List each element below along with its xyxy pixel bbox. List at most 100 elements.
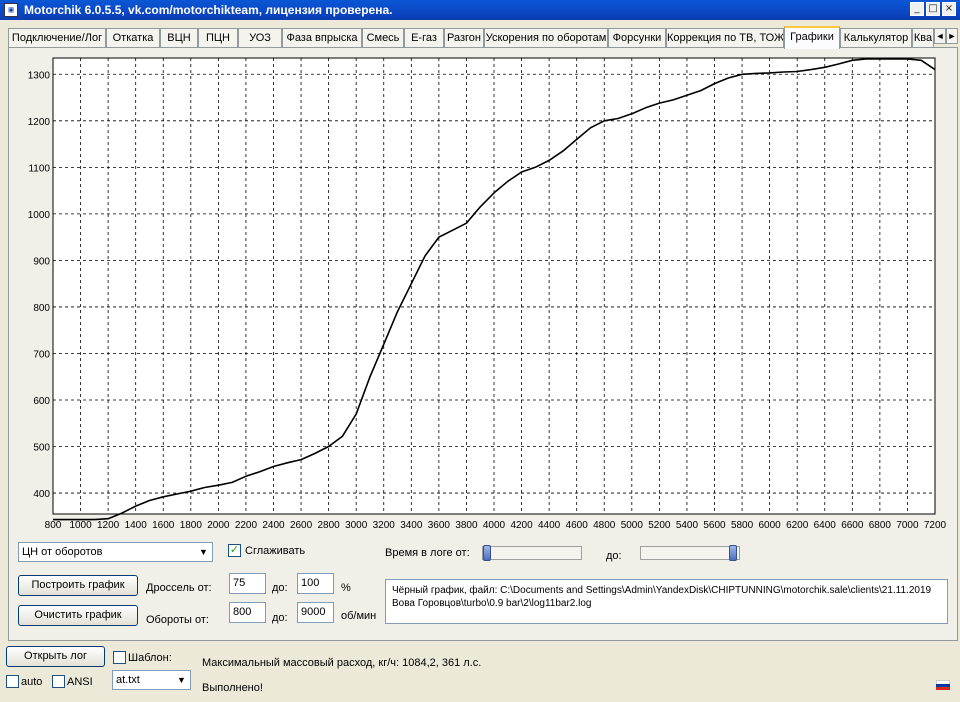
y-tick-label: 500: [33, 443, 50, 454]
x-tick-label: 3000: [345, 520, 368, 531]
auto-label: auto: [21, 676, 43, 688]
throttle-from-label: Дроссель от:: [146, 582, 212, 594]
throttle-to-input[interactable]: 100: [297, 573, 334, 594]
x-tick-label: 3400: [400, 520, 423, 531]
tab-tv-toj-correction[interactable]: Коррекция по ТВ, ТОЖ: [666, 28, 784, 48]
graph-type-value: ЦН от оборотов: [22, 546, 103, 558]
tab-kva[interactable]: Ква: [912, 28, 934, 48]
tab-egas[interactable]: Е-газ: [404, 28, 444, 48]
rpm-from-label: Обороты от:: [146, 614, 209, 626]
x-tick-label: 6800: [869, 520, 892, 531]
minimize-button[interactable]: _: [910, 2, 924, 16]
x-tick-label: 1000: [69, 520, 92, 531]
tab-acceleration[interactable]: Разгон: [444, 28, 484, 48]
time-to-slider[interactable]: [640, 545, 740, 561]
status-text: Выполнено!: [202, 682, 263, 694]
time-to-thumb[interactable]: [729, 545, 737, 561]
y-tick-label: 1300: [28, 70, 51, 81]
rpm-unit: об/мин: [341, 610, 377, 622]
y-tick-label: 800: [33, 303, 50, 314]
x-tick-label: 2400: [262, 520, 285, 531]
chevron-down-icon[interactable]: ▼: [196, 544, 211, 560]
y-tick-label: 1000: [28, 210, 51, 221]
tab-scroll: ◄ ►: [934, 28, 958, 44]
ansi-label: ANSI: [67, 676, 93, 688]
throttle-unit: %: [341, 582, 351, 594]
template-file-value: at.txt: [116, 674, 140, 686]
tab-connection-log[interactable]: Подключение/Лог: [8, 28, 106, 48]
x-tick-label: 2200: [235, 520, 258, 531]
tab-otkatka[interactable]: Откатка: [106, 28, 160, 48]
time-from-slider[interactable]: [482, 545, 582, 561]
x-tick-label: 4600: [566, 520, 589, 531]
x-tick-label: 1800: [180, 520, 203, 531]
x-tick-label: 4000: [483, 520, 506, 531]
x-tick-label: 2600: [290, 520, 313, 531]
x-tick-label: 1400: [125, 520, 148, 531]
y-tick-label: 1100: [28, 163, 50, 174]
tab-scroll-left-icon[interactable]: ◄: [934, 28, 946, 44]
y-tick-label: 600: [33, 396, 50, 407]
tab-scroll-right-icon[interactable]: ►: [946, 28, 958, 44]
x-tick-label: 4400: [538, 520, 561, 531]
graph-info-box: Чёрный график, файл: C:\Documents and Se…: [385, 579, 948, 624]
x-tick-label: 5200: [648, 520, 671, 531]
y-tick-label: 1200: [28, 117, 51, 128]
x-tick-label: 6400: [814, 520, 837, 531]
smooth-checkbox[interactable]: ✓: [228, 544, 241, 557]
open-log-button[interactable]: Открыть лог: [6, 646, 105, 667]
russian-flag-icon: [936, 680, 950, 690]
tab-pcn[interactable]: ПЦН: [198, 28, 238, 48]
window-title: Motorchik 6.0.5.5, vk.com/motorchikteam,…: [24, 3, 393, 17]
time-from-label: Время в логе от:: [385, 547, 470, 559]
tab-injectors[interactable]: Форсунки: [608, 28, 666, 48]
tab-mixture[interactable]: Смесь: [362, 28, 404, 48]
maximize-button[interactable]: □: [926, 2, 940, 16]
close-button[interactable]: ×: [942, 2, 956, 16]
auto-checkbox[interactable]: [6, 675, 19, 688]
x-tick-label: 4800: [593, 520, 616, 531]
max-flow-text: Максимальный массовый расход, кг/ч: 1084…: [202, 657, 482, 669]
x-tick-label: 2000: [207, 520, 230, 531]
chevron-down-icon[interactable]: ▼: [174, 672, 189, 688]
build-graph-button[interactable]: Построить график: [18, 575, 138, 596]
x-tick-label: 3800: [455, 520, 478, 531]
clear-graph-button[interactable]: Очистить график: [18, 605, 138, 626]
tab-injection-phase[interactable]: Фаза впрыска: [282, 28, 362, 48]
template-checkbox[interactable]: [113, 651, 126, 664]
graph-info-line-2: Вова Горовцов\turbo\0.9 bar\2\log11bar2.…: [392, 598, 592, 609]
template-label: Шаблон:: [128, 652, 172, 664]
rpm-to-input[interactable]: 9000: [297, 602, 334, 623]
x-tick-label: 1600: [152, 520, 175, 531]
x-tick-label: 5400: [676, 520, 699, 531]
x-tick-label: 7000: [896, 520, 919, 531]
rpm-to-label: до:: [272, 612, 288, 624]
y-tick-label: 400: [33, 489, 50, 500]
x-tick-label: 6600: [841, 520, 864, 531]
x-tick-label: 5800: [731, 520, 754, 531]
throttle-from-input[interactable]: 75: [229, 573, 266, 594]
ansi-checkbox[interactable]: [52, 675, 65, 688]
smooth-label: Сглаживать: [245, 545, 306, 557]
window-controls: _ □ ×: [910, 2, 956, 16]
y-tick-label: 900: [33, 256, 50, 267]
tab-bar: Подключение/Лог Откатка ВЦН ПЦН УОЗ Фаза…: [8, 26, 958, 49]
x-tick-label: 5000: [621, 520, 644, 531]
tab-rpm-acceleration[interactable]: Ускорения по оборотам: [484, 28, 608, 48]
template-file-select[interactable]: at.txt ▼: [112, 670, 191, 690]
tab-calculator[interactable]: Калькулятор: [840, 28, 912, 48]
time-to-label: до:: [606, 550, 622, 562]
tab-vcn[interactable]: ВЦН: [160, 28, 198, 48]
x-tick-label: 5600: [703, 520, 726, 531]
y-tick-label: 700: [33, 349, 50, 360]
tab-graphs[interactable]: Графики: [784, 26, 840, 49]
x-tick-label: 6200: [786, 520, 809, 531]
time-from-thumb[interactable]: [483, 545, 491, 561]
x-tick-label: 3200: [373, 520, 396, 531]
graph-type-select[interactable]: ЦН от оборотов ▼: [18, 542, 213, 562]
tab-uoz[interactable]: УОЗ: [238, 28, 282, 48]
x-tick-label: 4200: [510, 520, 533, 531]
rpm-from-input[interactable]: 800: [229, 602, 266, 623]
x-tick-label: 7200: [924, 520, 947, 531]
title-bar: ▣ Motorchik 6.0.5.5, vk.com/motorchiktea…: [0, 0, 960, 20]
